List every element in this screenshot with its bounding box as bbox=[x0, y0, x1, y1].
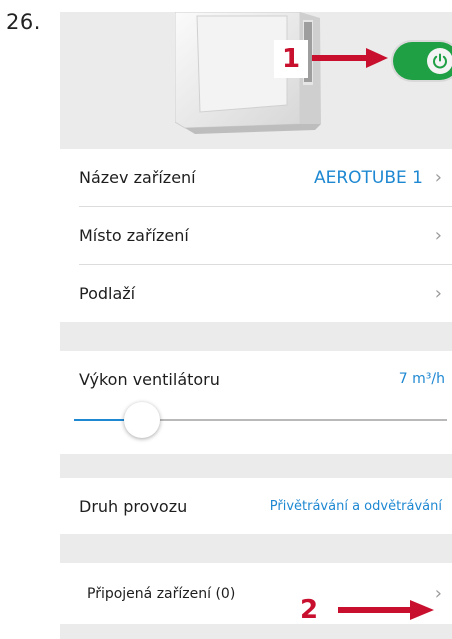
chevron-right-icon: › bbox=[434, 167, 442, 188]
step-number: 26. bbox=[6, 10, 41, 34]
fan-slider-thumb[interactable] bbox=[124, 402, 160, 438]
fan-power-row: Výkon ventilátoru 7 m³/h bbox=[60, 351, 452, 407]
chevron-right-icon: › bbox=[434, 583, 442, 604]
fan-slider-track[interactable] bbox=[142, 419, 447, 421]
operation-mode-value: Přivětrávání a odvětrávání bbox=[269, 498, 442, 514]
operation-mode-label: Druh provozu bbox=[79, 496, 188, 516]
chevron-right-icon: › bbox=[434, 225, 442, 246]
floor-label: Podlaží bbox=[79, 284, 136, 303]
operation-mode-row[interactable]: Druh provozu Přivětrávání a odvětrávání bbox=[60, 478, 452, 534]
device-name-value: AEROTUBE 1 bbox=[313, 167, 423, 188]
callout-2: 2 bbox=[300, 595, 319, 625]
device-info-panel: Název zařízení AEROTUBE 1 › Místo zaříze… bbox=[60, 149, 452, 322]
callout-2-arrow bbox=[338, 600, 434, 620]
callout-1: 1 bbox=[274, 40, 308, 78]
power-toggle[interactable] bbox=[393, 42, 452, 80]
device-name-label: Název zařízení bbox=[79, 168, 196, 187]
device-header: 1 bbox=[60, 12, 452, 149]
power-icon bbox=[427, 48, 452, 74]
floor-row[interactable]: Podlaží › bbox=[60, 265, 452, 322]
fan-panel: Výkon ventilátoru 7 m³/h bbox=[60, 351, 452, 454]
mode-panel: Druh provozu Přivětrávání a odvětrávání bbox=[60, 478, 452, 534]
fan-power-label: Výkon ventilátoru bbox=[79, 369, 220, 389]
callout-1-arrow bbox=[312, 48, 388, 68]
fan-power-value: 7 m³/h bbox=[398, 371, 445, 387]
connected-devices-label: Připojená zařízení (0) bbox=[87, 585, 236, 602]
device-location-label: Místo zařízení bbox=[79, 226, 189, 245]
chevron-right-icon: › bbox=[434, 283, 442, 304]
device-location-row[interactable]: Místo zařízení › bbox=[60, 207, 452, 264]
device-name-row[interactable]: Název zařízení AEROTUBE 1 › bbox=[60, 149, 452, 206]
app-screen: 1 Název zařízení AEROTUBE 1 › Místo zaří… bbox=[60, 12, 452, 639]
